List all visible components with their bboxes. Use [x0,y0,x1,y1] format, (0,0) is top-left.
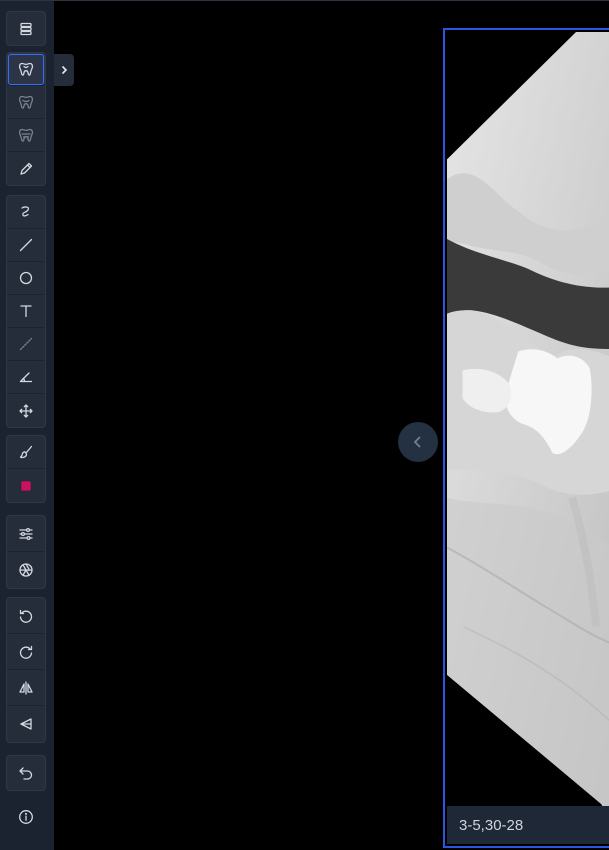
tool-flip-horizontal[interactable] [7,670,45,706]
tool-group-transform [6,597,46,743]
tool-info[interactable] [7,800,45,833]
image-label: 3-5,30-28 [447,806,609,844]
freehand-icon [21,206,30,217]
tool-tooth-outline[interactable] [7,86,45,119]
tool-rotate-right[interactable] [7,634,45,670]
layers-icon [20,22,32,35]
tooth-outline-icon [18,95,34,109]
flip-vertical-icon [20,718,32,730]
tool-filter[interactable] [7,552,45,588]
tool-group-teeth [6,52,46,186]
tool-layers[interactable] [7,12,45,45]
xray-image-frame[interactable]: 3-5,30-28 [443,28,609,848]
move-icon [19,403,33,418]
tooth-roots-icon [18,128,34,142]
tool-line[interactable] [7,229,45,262]
tool-flip-vertical[interactable] [7,706,45,742]
tool-group-layers [6,11,46,46]
expand-toolbar-button[interactable] [54,54,74,86]
collapse-panel-button[interactable] [398,422,438,462]
angle-icon [19,372,33,383]
tool-tooth-roots[interactable] [7,119,45,152]
tool-rotate-left[interactable] [7,598,45,634]
text-icon [20,305,32,318]
brush-icon [19,445,33,459]
tool-circle[interactable] [7,262,45,295]
rotate-cw-icon [19,645,33,659]
tool-group-annotate [6,195,46,428]
tool-freehand[interactable] [7,196,45,229]
circle-icon [19,271,33,285]
xray-image [445,30,609,846]
color-swatch-icon [21,480,31,491]
aperture-icon [19,563,33,577]
top-border [0,0,609,1]
sliders-icon [19,527,33,540]
tool-group-adjust [6,515,46,589]
tool-adjust[interactable] [7,516,45,552]
tool-group-paint [6,435,46,503]
dashed-line-icon [19,337,33,351]
tool-tooth-select[interactable] [7,53,45,86]
tool-undo[interactable] [7,756,45,790]
tool-group-undo [6,755,46,791]
undo-icon [19,767,33,780]
tool-text[interactable] [7,295,45,328]
chevron-right-icon [61,65,68,75]
toolbar-sidebar [0,1,54,850]
pencil-icon [20,162,33,175]
tooth-icon [18,62,34,76]
rotate-ccw-icon [19,609,33,623]
tool-measure[interactable] [7,328,45,361]
tool-angle[interactable] [7,361,45,394]
chevron-left-icon [413,436,421,448]
info-icon [19,809,33,824]
tool-move[interactable] [7,394,45,427]
tool-brush[interactable] [7,436,45,469]
tool-color[interactable] [7,469,45,502]
line-icon [19,238,33,252]
tool-pencil[interactable] [7,152,45,185]
flip-horizontal-icon [19,680,33,695]
